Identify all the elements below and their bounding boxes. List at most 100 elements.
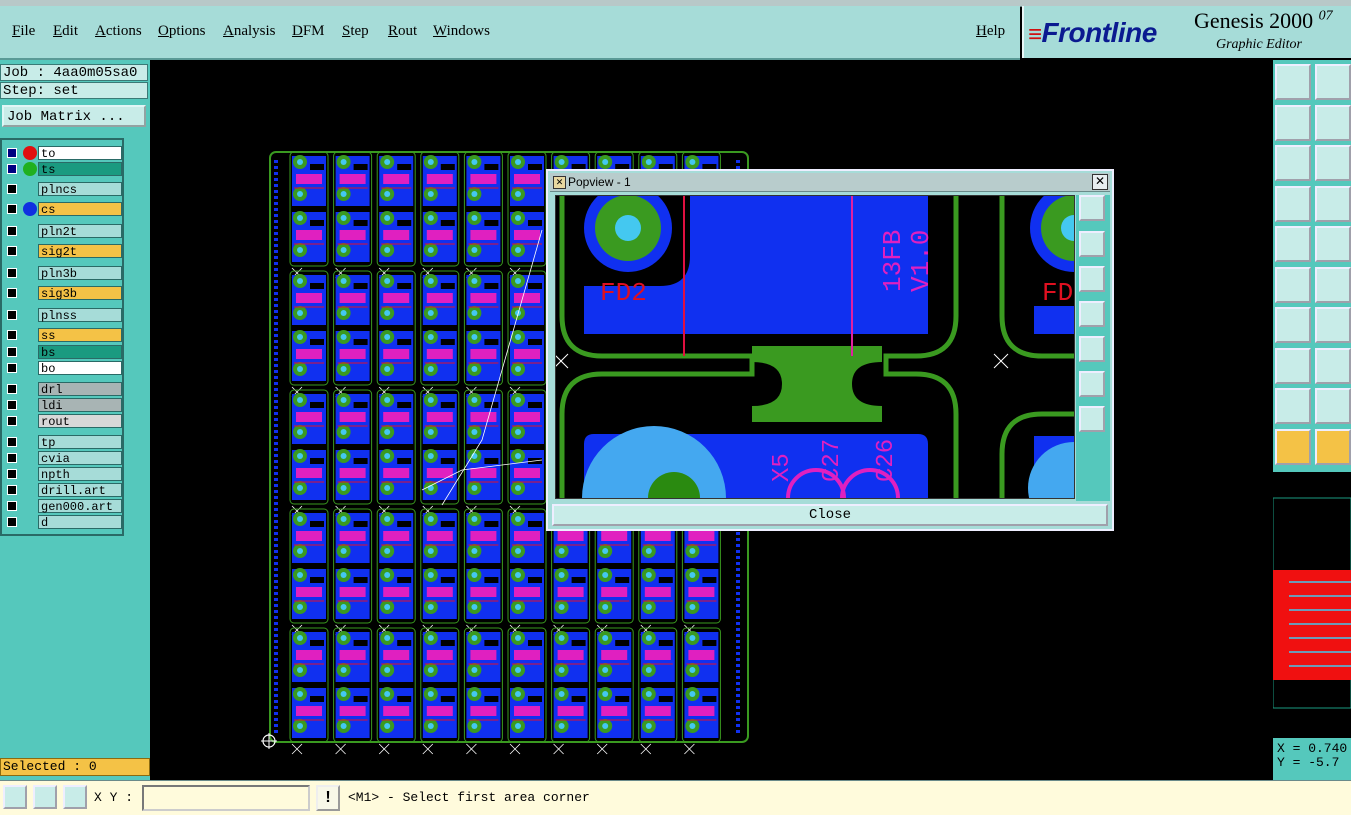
layer-checkbox[interactable] [7,226,17,236]
layer-row-pln3b[interactable]: pln3b [4,266,122,281]
layer-checkbox[interactable] [7,501,17,511]
layer-row-rout[interactable]: rout [4,414,122,429]
pan-up-icon[interactable] [1079,231,1105,257]
layer-name[interactable]: sig3b [38,286,122,301]
layer-checkbox[interactable] [7,453,17,463]
layer-row-d[interactable]: d [4,515,122,530]
menu-actions[interactable]: Actions [95,23,142,40]
layer-checkbox[interactable] [7,148,17,158]
job-matrix-button[interactable]: Job Matrix ... [2,105,146,127]
menu-analysis[interactable]: Analysis [223,23,276,40]
layer-checkbox[interactable] [7,288,17,298]
pan-right-icon[interactable] [1315,104,1351,141]
layer-checkbox[interactable] [7,164,17,174]
layer-checkbox[interactable] [7,184,17,194]
layer-name[interactable]: to [38,146,122,161]
menu-options[interactable]: Options [158,23,206,40]
layer-checkbox[interactable] [7,246,17,256]
measure-icon[interactable] [33,785,57,809]
layer-row-to[interactable]: to [4,146,122,161]
zoom-out-icon[interactable] [1079,406,1105,432]
zoom-out-icon[interactable] [1315,145,1351,181]
pan-down-icon[interactable] [1079,266,1105,292]
layer-row-plncs[interactable]: plncs [4,182,122,197]
menu-windows[interactable]: Windows [433,23,490,40]
layer-name[interactable]: sig2t [38,244,122,259]
layer-name[interactable]: tp [38,435,122,450]
zoom-in-icon[interactable] [1079,371,1105,397]
minus-icon[interactable] [1315,347,1351,384]
pointer-icon[interactable] [1275,428,1311,465]
line-draw-icon[interactable] [1275,307,1311,343]
layer-row-ss[interactable]: ss [4,328,122,343]
xy-input[interactable] [142,785,310,811]
close-button[interactable]: Close [552,504,1108,526]
layer-checkbox[interactable] [7,469,17,479]
layer-checkbox[interactable] [7,485,17,495]
layer-name[interactable]: npth [38,467,122,482]
select-line-icon[interactable] [1315,226,1351,262]
menu-rout[interactable]: Rout [388,23,417,40]
layer-name[interactable]: d [38,515,122,530]
window-menu-icon[interactable]: ✕ [553,176,566,189]
layer-row-ts[interactable]: ts [4,162,122,177]
layer-checkbox[interactable] [7,517,17,527]
snap-skeleton-icon[interactable] [1315,185,1351,222]
layer-name[interactable]: plncs [38,182,122,197]
menu-dfm[interactable]: DFM [292,23,325,40]
layer-row-ldi[interactable]: ldi [4,398,122,413]
layer-name[interactable]: ss [38,328,122,343]
layer-checkbox[interactable] [7,330,17,340]
layer-row-cvia[interactable]: cvia [4,451,122,466]
layer-checkbox[interactable] [7,310,17,320]
pan-left-icon[interactable] [1079,301,1105,327]
layer-checkbox[interactable] [7,416,17,426]
cross-select-icon[interactable] [1315,266,1351,303]
layer-row-cs[interactable]: cs [4,202,122,217]
layer-row-bo[interactable]: bo [4,361,122,376]
layer-name[interactable]: plnss [38,308,122,323]
connect-icon[interactable] [1275,266,1311,303]
layer-row-sig2t[interactable]: sig2t [4,244,122,259]
menu-help[interactable]: Help [976,23,1005,40]
select-pad-icon[interactable] [1275,226,1311,262]
popview-titlebar[interactable]: ✕ Popview - 1 ✕ [550,173,1110,192]
layer-name[interactable]: ts [38,162,122,177]
layer-name[interactable]: bo [38,361,122,376]
menu-file[interactable]: File [12,23,35,40]
add-pad-icon[interactable] [1275,347,1311,384]
zoom-fit-icon[interactable] [1079,195,1105,221]
arc-edit-icon[interactable] [1315,388,1351,424]
popview-zoom-view[interactable]: FD2 FD 13FB V1.0 X5 C27 C26 [553,184,1120,570]
layer-name[interactable]: pln2t [38,224,122,239]
layer-row-bs[interactable]: bs [4,345,122,360]
layer-name[interactable]: drill.art [38,483,122,498]
layer-checkbox[interactable] [7,204,17,214]
layer-name[interactable]: gen000.art [38,499,122,514]
zoom-in-icon[interactable] [1275,145,1311,181]
line-edit-icon[interactable] [1315,307,1351,343]
pan-up-icon[interactable] [1275,64,1311,100]
layer-checkbox[interactable] [7,384,17,394]
layer-name[interactable]: drl [38,382,122,397]
snap-center-icon[interactable] [1275,185,1311,222]
overview-pane[interactable] [1272,470,1351,738]
layer-row-sig3b[interactable]: sig3b [4,286,122,301]
arc-draw-icon[interactable] [1275,388,1311,424]
layer-name[interactable]: cvia [38,451,122,466]
menu-step[interactable]: Step [342,23,369,40]
layer-checkbox[interactable] [7,400,17,410]
layer-row-gen000-art[interactable]: gen000.art [4,499,122,514]
layer-row-drl[interactable]: drl [4,382,122,397]
zoom-home-icon[interactable] [3,785,27,809]
layer-name[interactable]: pln3b [38,266,122,281]
layer-name[interactable]: bs [38,345,122,360]
close-icon[interactable]: ✕ [1092,174,1108,190]
layer-row-pln2t[interactable]: pln2t [4,224,122,239]
layer-checkbox[interactable] [7,437,17,447]
snap-grid-icon[interactable] [63,785,87,809]
layer-name[interactable]: rout [38,414,122,429]
layer-row-drill-art[interactable]: drill.art [4,483,122,498]
layer-name[interactable]: cs [38,202,122,217]
pan-down-icon[interactable] [1315,64,1351,100]
